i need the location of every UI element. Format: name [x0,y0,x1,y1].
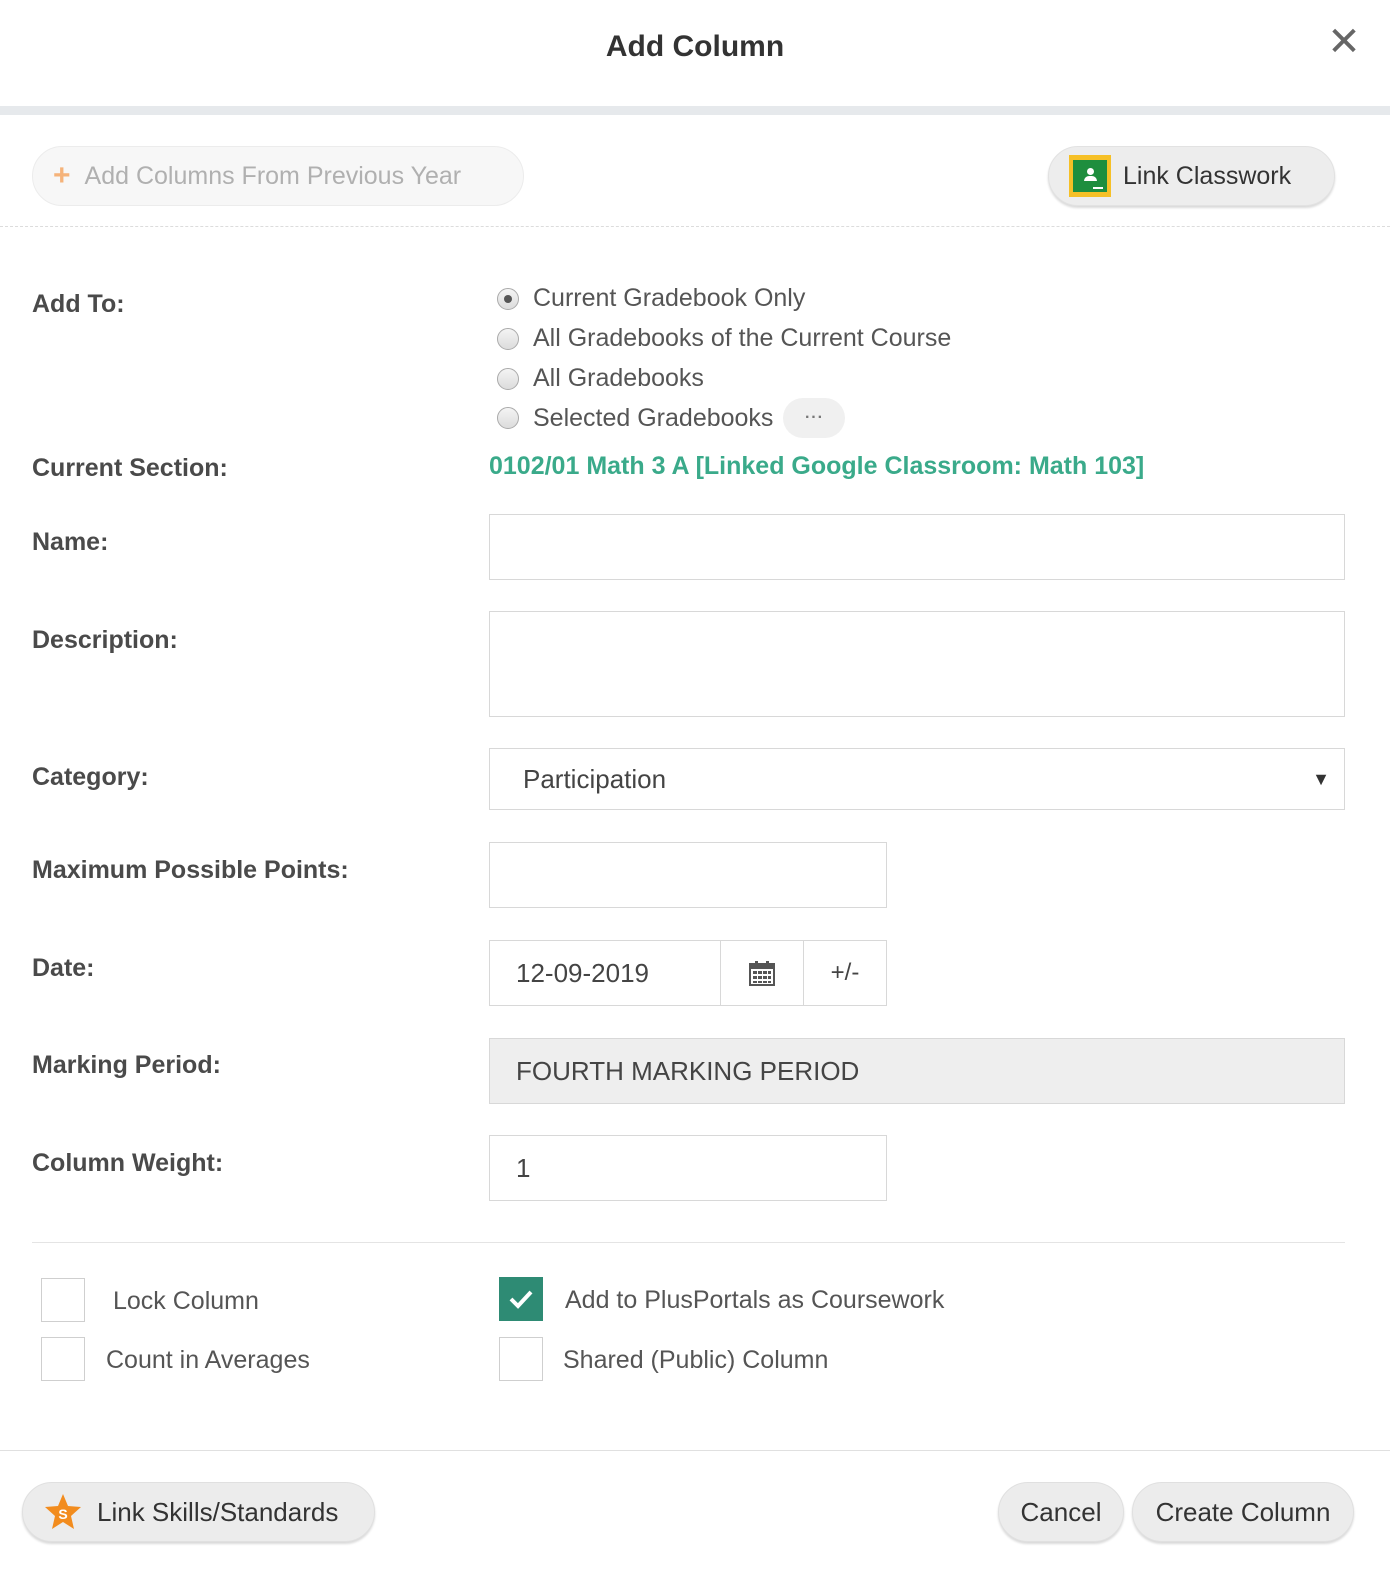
date-adjust-button[interactable]: +/- [803,940,887,1006]
current-section-label: Current Section: [32,454,228,482]
radio-label: All Gradebooks of the Current Course [533,324,952,352]
category-select[interactable]: Participation ▼ [489,748,1345,810]
radio-label: All Gradebooks [533,364,704,392]
chevron-down-icon: ▼ [1312,768,1330,789]
header-divider [0,106,1390,115]
category-value: Participation [523,763,667,794]
radio-button[interactable] [497,327,519,350]
shared-column-checkbox[interactable] [499,1337,543,1381]
create-column-button[interactable]: Create Column [1132,1482,1354,1542]
marking-period-label: Marking Period: [32,1051,221,1079]
calendar-icon [749,961,775,986]
star-icon: S [45,1494,81,1529]
max-points-label: Maximum Possible Points: [32,856,349,884]
count-in-averages-checkbox[interactable] [41,1337,85,1381]
description-textarea[interactable] [489,611,1345,717]
toolbar-divider [0,226,1390,227]
name-label: Name: [32,528,109,556]
current-section-link[interactable]: 0102/01 Math 3 A [Linked Google Classroo… [489,452,1144,481]
date-input[interactable]: 12-09-2019 [489,940,721,1006]
link-skills-label: Link Skills/Standards [97,1496,339,1527]
name-input[interactable] [489,514,1345,580]
marking-period-field: FOURTH MARKING PERIOD [489,1038,1345,1104]
add-to-plusportals-checkbox[interactable] [499,1277,543,1321]
link-classwork-label: Link Classwork [1123,161,1292,190]
description-label: Description: [32,626,178,654]
radio-label: Selected Gradebooks [533,403,774,432]
column-weight-label: Column Weight: [32,1149,224,1177]
prev-year-label: Add Columns From Previous Year [84,161,462,190]
select-gradebooks-more-button[interactable]: ··· [783,398,846,438]
date-label: Date: [32,954,95,982]
radio-button[interactable] [497,367,519,390]
google-classroom-icon [1069,155,1111,197]
count-in-averages-label: Count in Averages [106,1346,310,1374]
max-points-input[interactable] [489,842,887,908]
category-label: Category: [32,763,149,791]
lock-column-label: Lock Column [113,1287,259,1315]
add-to-label: Add To: [32,290,125,318]
footer-divider [0,1450,1390,1451]
add-to-plusportals-label: Add to PlusPortals as Coursework [565,1286,945,1314]
radio-button[interactable] [497,407,519,429]
column-weight-input[interactable]: 1 [489,1135,887,1201]
cancel-button[interactable]: Cancel [998,1482,1124,1542]
lock-column-checkbox[interactable] [41,1278,85,1322]
radio-selected-gradebooks[interactable]: Selected Gradebooks ··· [497,398,846,438]
calendar-button[interactable] [720,940,804,1006]
checkmark-icon [509,1290,533,1309]
shared-column-label: Shared (Public) Column [563,1346,829,1374]
dialog-header: Add Column ✕ [0,0,1390,115]
close-icon[interactable]: ✕ [1326,22,1362,62]
radio-button[interactable] [497,287,519,310]
radio-label: Current Gradebook Only [533,284,806,312]
radio-all-gradebooks[interactable]: All Gradebooks [497,364,704,393]
link-classwork-button[interactable]: Link Classwork [1048,146,1335,206]
dialog-title: Add Column [605,30,785,63]
plus-icon: + [53,159,71,192]
svg-text:S: S [58,1506,67,1522]
radio-current-gradebook[interactable]: Current Gradebook Only [497,284,805,313]
link-skills-standards-button[interactable]: S Link Skills/Standards [22,1482,375,1542]
add-columns-from-previous-year-button[interactable]: + Add Columns From Previous Year [32,146,524,206]
options-divider [32,1242,1345,1243]
radio-all-gradebooks-course[interactable]: All Gradebooks of the Current Course [497,324,951,353]
